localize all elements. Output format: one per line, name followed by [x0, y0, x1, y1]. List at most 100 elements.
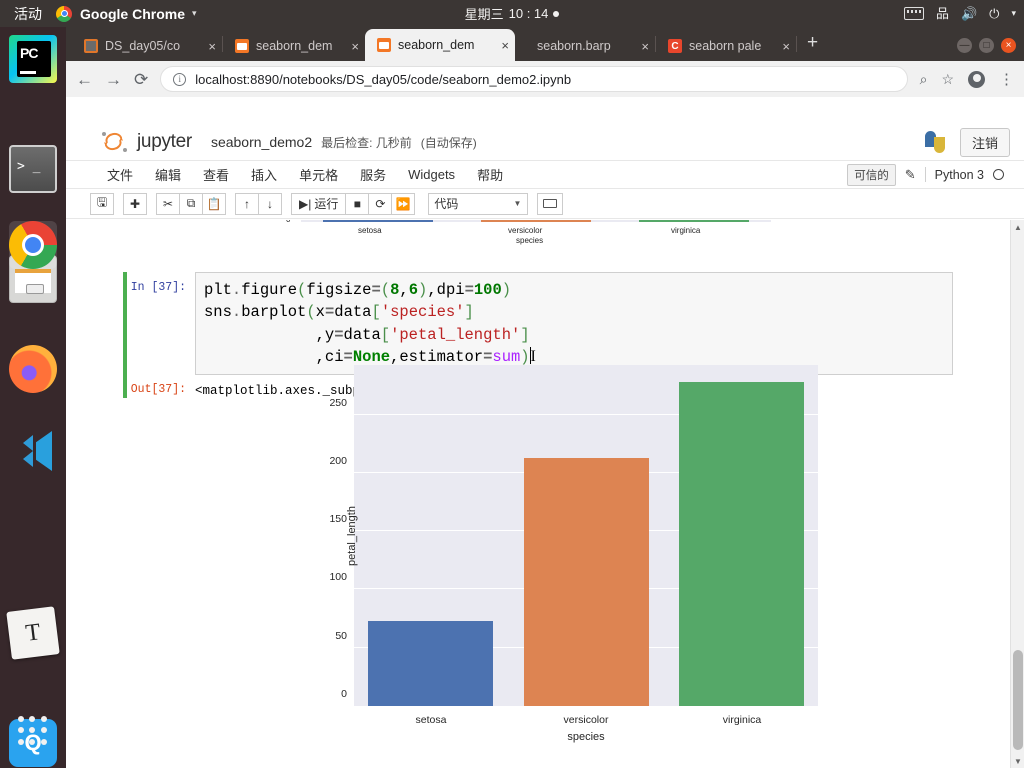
notebook-scroll-area: 0 setosa versicolor virginica species In…: [66, 220, 1010, 768]
back-icon[interactable]: ←: [76, 71, 93, 88]
scroll-up-arrow-icon[interactable]: ▲: [1011, 220, 1024, 234]
keyboard-icon[interactable]: [903, 7, 924, 20]
bar-setosa: [368, 621, 493, 706]
run-button[interactable]: ▶| 运行: [291, 192, 347, 215]
activities-button[interactable]: 活动: [0, 4, 56, 24]
three-dots-icon[interactable]: ⋮: [999, 70, 1014, 88]
ytick-150: 150: [329, 513, 347, 525]
close-window-button[interactable]: ×: [1001, 38, 1016, 53]
notebook-name[interactable]: seaborn_demo2: [211, 134, 312, 150]
jupyter-menubar: 文件 编辑 查看 插入 单元格 服务 Widgets 帮助 可信的 ✎ Pyth…: [66, 160, 1024, 189]
tab-title: DS_day05/co: [105, 39, 181, 53]
save-icon[interactable]: 🖫: [90, 192, 114, 215]
paste-icon[interactable]: 📋: [202, 192, 226, 215]
cell-type-select[interactable]: 代码 ▼: [428, 192, 529, 215]
close-icon[interactable]: ×: [208, 39, 216, 54]
info-icon[interactable]: i: [173, 72, 187, 86]
clock-time: 10 : 14: [508, 6, 549, 21]
jupyter-toolbar: 🖫 ✚ ✂ ⧉ 📋 ↑ ↓ ▶| 运行 ■ ⟳ ⏩ 代码 ▼: [66, 189, 1024, 219]
app-menu-label[interactable]: Google Chrome: [80, 6, 185, 22]
divider: [924, 167, 926, 182]
ytick-0: 0: [341, 688, 347, 700]
volume-icon[interactable]: 🔊: [961, 7, 977, 20]
input-prompt: In [37]:: [130, 281, 186, 294]
vertical-scrollbar[interactable]: ▲ ▼: [1010, 220, 1024, 768]
plus-icon[interactable]: ✚: [123, 192, 147, 215]
bar-series: [354, 365, 818, 706]
star-icon[interactable]: ☆: [941, 71, 954, 88]
pencil-icon[interactable]: ✎: [905, 167, 916, 183]
previous-figure-partial: 0 setosa versicolor virginica species: [256, 220, 786, 245]
menu-edit[interactable]: 编辑: [144, 161, 192, 188]
text-editor-icon-label: T: [24, 618, 42, 647]
menu-widgets[interactable]: Widgets: [397, 163, 466, 186]
dock-item-google-chrome[interactable]: [9, 221, 57, 269]
copy-icon[interactable]: ⧉: [179, 192, 203, 215]
notification-dot-icon: [553, 10, 560, 17]
power-icon[interactable]: ⏻: [989, 7, 999, 20]
output-prompt: Out[37]:: [130, 383, 186, 397]
network-icon[interactable]: 品: [936, 7, 949, 20]
screen: 活动 Google Chrome ▾ 星期三 10 : 14 品 🔊 ⏻ ▾ P…: [0, 0, 1024, 768]
dock-item-text-editor[interactable]: T: [6, 606, 60, 660]
toolbar-group-insert: ✚: [123, 192, 147, 215]
xtick-versicolor: versicolor: [563, 714, 609, 726]
close-icon[interactable]: ×: [641, 39, 649, 54]
window-controls: — □ ×: [957, 38, 1016, 53]
command-palette-icon[interactable]: [537, 192, 564, 215]
browser-tab-1[interactable]: DS_day05/co ×: [72, 31, 222, 61]
stop-square-icon[interactable]: ■: [345, 192, 370, 215]
chevron-down-icon[interactable]: ▾: [1011, 9, 1016, 18]
browser-tab-5[interactable]: C seaborn pale ×: [656, 31, 796, 61]
menu-cell[interactable]: 单元格: [288, 161, 349, 188]
scissors-icon[interactable]: ✂: [156, 192, 180, 215]
arrow-up-icon[interactable]: ↑: [235, 192, 259, 215]
jupyter-logo-icon[interactable]: [102, 131, 128, 152]
xtick-virginica: virginica: [722, 714, 762, 726]
logout-button[interactable]: 注销: [959, 127, 1010, 157]
arrow-down-icon[interactable]: ↓: [258, 192, 282, 215]
kernel-name[interactable]: Python 3: [935, 168, 984, 182]
reload-icon[interactable]: ⟳: [134, 71, 148, 88]
forward-icon[interactable]: →: [105, 71, 122, 88]
dock-item-firefox[interactable]: [9, 345, 57, 393]
address-bar[interactable]: i localhost:8890/notebooks/DS_day05/code…: [160, 66, 908, 92]
fast-forward-icon[interactable]: ⏩: [391, 192, 416, 215]
dock-item-vscode[interactable]: [9, 427, 57, 475]
browser-tab-3-active[interactable]: seaborn_dem ×: [365, 29, 515, 61]
menu-kernel[interactable]: 服务: [349, 161, 397, 188]
menu-file[interactable]: 文件: [96, 161, 144, 188]
avatar-icon[interactable]: [968, 70, 985, 88]
ytick-50: 50: [335, 630, 347, 642]
maximize-button[interactable]: □: [979, 38, 994, 53]
bar-setosa: [323, 220, 433, 222]
top-bar-left: 活动 Google Chrome ▾: [0, 4, 197, 24]
scroll-down-arrow-icon[interactable]: ▼: [1011, 754, 1024, 768]
tab-title: seaborn_dem: [398, 38, 475, 52]
kernel-idle-circle-icon[interactable]: [993, 169, 1004, 180]
dock-item-terminal[interactable]: [9, 145, 57, 193]
desktop-top-bar: 活动 Google Chrome ▾ 星期三 10 : 14 品 🔊 ⏻ ▾: [0, 0, 1024, 27]
address-bar-url: localhost:8890/notebooks/DS_day05/code/s…: [195, 71, 572, 87]
close-icon[interactable]: ×: [501, 38, 509, 53]
jupyter-brand[interactable]: jupyter: [137, 131, 192, 153]
new-tab-button[interactable]: +: [797, 32, 828, 57]
scrollbar-thumb[interactable]: [1013, 650, 1023, 750]
search-icon[interactable]: ⌕: [920, 71, 928, 88]
bar-versicolor: [481, 220, 591, 222]
browser-tab-2[interactable]: seaborn_dem ×: [223, 31, 365, 61]
menu-help[interactable]: 帮助: [466, 161, 514, 188]
show-applications-icon[interactable]: [18, 716, 48, 746]
menu-insert[interactable]: 插入: [240, 161, 288, 188]
chevron-down-icon[interactable]: ▾: [192, 8, 197, 19]
trusted-badge[interactable]: 可信的: [847, 163, 896, 186]
autosave-note: (自动保存): [420, 135, 477, 150]
minimize-button[interactable]: —: [957, 38, 972, 53]
menu-view[interactable]: 查看: [192, 161, 240, 188]
browser-tab-4[interactable]: seaborn.barp ×: [515, 31, 655, 61]
close-icon[interactable]: ×: [351, 39, 359, 54]
restart-icon[interactable]: ⟳: [368, 192, 393, 215]
close-icon[interactable]: ×: [782, 39, 790, 54]
dock-item-pycharm[interactable]: PC: [9, 35, 57, 83]
toolbar-group-edit: ✂ ⧉ 📋: [156, 192, 226, 215]
